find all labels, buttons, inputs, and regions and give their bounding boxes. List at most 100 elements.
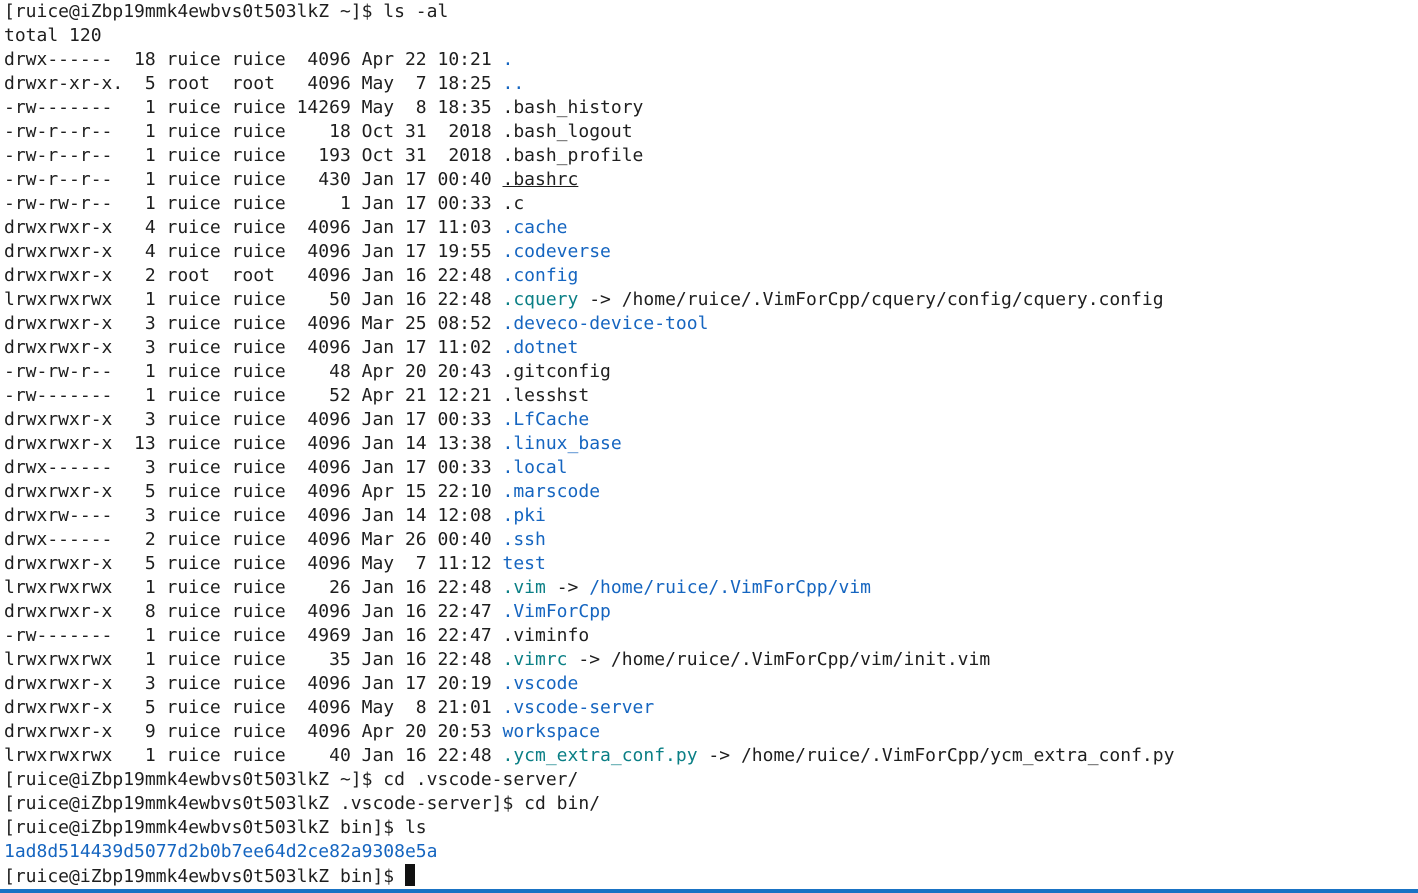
listing-row: drwxrwxr-x 2 root root 4096 Jan 16 22:48… [4,264,1418,288]
listing-row: drwxrwxr-x 5 ruice ruice 4096 Apr 15 22:… [4,480,1418,504]
entry-name: .marscode [502,481,601,502]
entry-name: .ssh [502,529,546,550]
entry-meta: lrwxrwxrwx 1 ruice ruice 40 Jan 16 22:48 [4,745,503,766]
entry-meta: lrwxrwxrwx 1 ruice ruice 35 Jan 16 22:48 [4,649,503,670]
listing-row: drwxrwxr-x 5 ruice ruice 4096 May 8 21:0… [4,696,1418,720]
entry-name: .cache [502,217,568,238]
listing-row: drwxrwxr-x 8 ruice ruice 4096 Jan 16 22:… [4,600,1418,624]
entry-name: .dotnet [502,337,579,358]
listing-row: -rw-rw-r-- 1 ruice ruice 1 Jan 17 00:33 … [4,192,1418,216]
entry-meta: -rw------- 1 ruice ruice 52 Apr 21 12:21 [4,385,503,406]
prompt-line: [ruice@iZbp19mmk4ewbvs0t503lkZ ~]$ cd .v… [4,769,579,790]
listing-row: drwxrwxr-x 9 ruice ruice 4096 Apr 20 20:… [4,720,1418,744]
symlink-arrow: -> [697,745,741,766]
listing-row: drwxrwxr-x 4 ruice ruice 4096 Jan 17 19:… [4,240,1418,264]
entry-name: .vim [502,577,546,598]
listing-row: drwxrw---- 3 ruice ruice 4096 Jan 14 12:… [4,504,1418,528]
symlink-target: /home/ruice/.VimForCpp/vim/init.vim [610,649,991,670]
prompt-line: [ruice@iZbp19mmk4ewbvs0t503lkZ bin]$ ls [4,817,427,838]
listing-row: lrwxrwxrwx 1 ruice ruice 35 Jan 16 22:48… [4,648,1418,672]
prompt-line: [ruice@iZbp19mmk4ewbvs0t503lkZ .vscode-s… [4,793,601,814]
listing-row: -rw-rw-r-- 1 ruice ruice 48 Apr 20 20:43… [4,360,1418,384]
entry-meta: -rw-r--r-- 1 ruice ruice 430 Jan 17 00:4… [4,169,503,190]
file-listing: drwx------ 18 ruice ruice 4096 Apr 22 10… [4,48,1418,768]
entry-name: .codeverse [502,241,611,262]
entry-name: .vscode-server [502,697,655,718]
listing-row: lrwxrwxrwx 1 ruice ruice 26 Jan 16 22:48… [4,576,1418,600]
entry-meta: drwxrw---- 3 ruice ruice 4096 Jan 14 12:… [4,505,503,526]
prompt-text: [ruice@iZbp19mmk4ewbvs0t503lkZ bin]$ [4,866,405,887]
entry-name: .deveco-device-tool [502,313,709,334]
text-cursor [404,864,415,886]
entry-name: .pki [502,505,546,526]
entry-name: .vscode [502,673,579,694]
symlink-target: /home/ruice/.VimForCpp/ycm_extra_conf.py [740,745,1175,766]
listing-row: -rw-r--r-- 1 ruice ruice 430 Jan 17 00:4… [4,168,1418,192]
entry-meta: drwxrwxr-x 5 ruice ruice 4096 May 8 21:0… [4,697,503,718]
active-prompt-line[interactable]: [ruice@iZbp19mmk4ewbvs0t503lkZ bin]$ [4,864,1418,888]
terminal-output[interactable]: [ruice@iZbp19mmk4ewbvs0t503lkZ ~]$ ls -a… [0,0,1418,889]
entry-meta: -rw------- 1 ruice ruice 4969 Jan 16 22:… [4,625,503,646]
entry-meta: drwxrwxr-x 3 ruice ruice 4096 Jan 17 20:… [4,673,503,694]
entry-name: . [502,49,514,70]
entry-name: .linux_base [502,433,622,454]
symlink-target: /home/ruice/.VimForCpp/vim [589,577,871,598]
entry-name: .cquery [502,289,579,310]
entry-meta: drwxrwxr-x 9 ruice ruice 4096 Apr 20 20:… [4,721,503,742]
entry-meta: drwx------ 3 ruice ruice 4096 Jan 17 00:… [4,457,503,478]
entry-name: .bashrc [502,169,579,190]
entry-name: .gitconfig [502,361,611,382]
entry-meta: -rw-r--r-- 1 ruice ruice 193 Oct 31 2018 [4,145,503,166]
entry-name: test [502,553,546,574]
entry-meta: drwxrwxr-x 8 ruice ruice 4096 Jan 16 22:… [4,601,503,622]
entry-name: .bash_logout [502,121,633,142]
listing-row: lrwxrwxrwx 1 ruice ruice 40 Jan 16 22:48… [4,744,1418,768]
entry-name: .config [502,265,579,286]
listing-row: -rw------- 1 ruice ruice 52 Apr 21 12:21… [4,384,1418,408]
listing-row: drwx------ 18 ruice ruice 4096 Apr 22 10… [4,48,1418,72]
entry-name: .lesshst [502,385,590,406]
entry-meta: drwx------ 2 ruice ruice 4096 Mar 26 00:… [4,529,503,550]
entry-name: .bash_profile [502,145,644,166]
listing-row: drwxrwxr-x 13 ruice ruice 4096 Jan 14 13… [4,432,1418,456]
listing-row: lrwxrwxrwx 1 ruice ruice 50 Jan 16 22:48… [4,288,1418,312]
entry-meta: -rw------- 1 ruice ruice 14269 May 8 18:… [4,97,503,118]
symlink-target: /home/ruice/.VimForCpp/cquery/config/cqu… [621,289,1164,310]
entry-meta: drwx------ 18 ruice ruice 4096 Apr 22 10… [4,49,503,70]
entry-name: .ycm_extra_conf.py [502,745,698,766]
total-line: total 120 [4,25,102,46]
entry-name: .c [502,193,525,214]
listing-row: drwx------ 3 ruice ruice 4096 Jan 17 00:… [4,456,1418,480]
entry-name: .LfCache [502,409,590,430]
entry-name: .bash_history [502,97,644,118]
listing-row: -rw-r--r-- 1 ruice ruice 193 Oct 31 2018… [4,144,1418,168]
entry-meta: drwxrwxr-x 5 ruice ruice 4096 Apr 15 22:… [4,481,503,502]
listing-row: drwxrwxr-x 5 ruice ruice 4096 May 7 11:1… [4,552,1418,576]
symlink-arrow: -> [578,289,622,310]
entry-meta: lrwxrwxrwx 1 ruice ruice 50 Jan 16 22:48 [4,289,503,310]
window-bottom-border [0,889,1418,893]
entry-meta: drwxrwxr-x 3 ruice ruice 4096 Mar 25 08:… [4,313,503,334]
entry-meta: -rw-r--r-- 1 ruice ruice 18 Oct 31 2018 [4,121,503,142]
entry-meta: drwxrwxr-x 3 ruice ruice 4096 Jan 17 11:… [4,337,503,358]
entry-name: .VimForCpp [502,601,611,622]
listing-row: drwxr-xr-x. 5 root root 4096 May 7 18:25… [4,72,1418,96]
entry-meta: -rw-rw-r-- 1 ruice ruice 48 Apr 20 20:43 [4,361,503,382]
entry-name: .. [502,73,525,94]
listing-row: drwxrwxr-x 4 ruice ruice 4096 Jan 17 11:… [4,216,1418,240]
symlink-arrow: -> [545,577,590,598]
entry-meta: drwxrwxr-x 4 ruice ruice 4096 Jan 17 19:… [4,241,503,262]
entry-meta: -rw-rw-r-- 1 ruice ruice 1 Jan 17 00:33 [4,193,503,214]
listing-row: drwxrwxr-x 3 ruice ruice 4096 Jan 17 11:… [4,336,1418,360]
entry-meta: lrwxrwxrwx 1 ruice ruice 26 Jan 16 22:48 [4,577,503,598]
entry-meta: drwxrwxr-x 2 root root 4096 Jan 16 22:48 [4,265,503,286]
listing-row: drwxrwxr-x 3 ruice ruice 4096 Jan 17 20:… [4,672,1418,696]
entry-meta: drwxrwxr-x 4 ruice ruice 4096 Jan 17 11:… [4,217,503,238]
entry-meta: drwxrwxr-x 3 ruice ruice 4096 Jan 17 00:… [4,409,503,430]
entry-name: .local [502,457,568,478]
listing-row: drwxrwxr-x 3 ruice ruice 4096 Jan 17 00:… [4,408,1418,432]
prompt-line: [ruice@iZbp19mmk4ewbvs0t503lkZ ~]$ ls -a… [4,1,449,22]
listing-row: drwxrwxr-x 3 ruice ruice 4096 Mar 25 08:… [4,312,1418,336]
entry-meta: drwxr-xr-x. 5 root root 4096 May 7 18:25 [4,73,503,94]
entry-name: workspace [502,721,601,742]
